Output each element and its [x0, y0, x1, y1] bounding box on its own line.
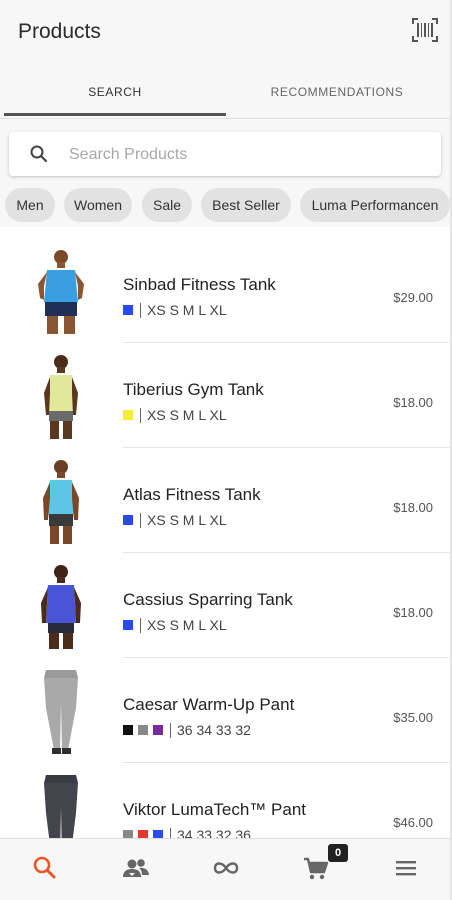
product-price: $18.00 — [393, 395, 433, 410]
chip-sale[interactable]: Sale — [142, 188, 192, 222]
product-row[interactable]: Caesar Warm-Up Pant 36 34 33 32 $35.00 — [0, 658, 452, 763]
color-swatch[interactable] — [123, 620, 133, 630]
product-variants: 34 33 32 36 — [123, 827, 251, 838]
color-swatch[interactable] — [153, 830, 163, 838]
product-variants: XS S M L XL — [123, 407, 227, 423]
search-icon — [30, 145, 48, 163]
product-name: Cassius Sparring Tank — [123, 590, 293, 609]
tab-bar: SEARCH RECOMMENDATIONS — [0, 68, 452, 119]
product-row[interactable]: Viktor LumaTech™ Pant 34 33 32 36 $46.00 — [0, 763, 452, 838]
divider — [170, 827, 171, 838]
product-name: Atlas Fitness Tank — [123, 485, 261, 504]
product-image-dark-pants — [44, 775, 78, 838]
product-image-gray-sweatpants — [44, 670, 78, 754]
chip-best-seller[interactable]: Best Seller — [201, 188, 291, 222]
product-variants: XS S M L XL — [123, 512, 227, 528]
product-name: Tiberius Gym Tank — [123, 380, 264, 399]
divider — [140, 302, 141, 318]
search-input[interactable] — [67, 141, 421, 169]
search-bar[interactable] — [9, 132, 441, 176]
infinity-icon[interactable] — [211, 853, 241, 883]
cart-count-badge: 0 — [328, 844, 348, 862]
size-list: 34 33 32 36 — [177, 827, 251, 838]
product-price: $46.00 — [393, 815, 433, 830]
app-header: Products — [0, 0, 452, 68]
product-variants: 36 34 33 32 — [123, 722, 251, 738]
search-area: Men Women Sale Best Seller Luma Performa… — [0, 119, 452, 227]
size-list: XS S M L XL — [147, 302, 227, 318]
size-list: 36 34 33 32 — [177, 722, 251, 738]
product-price: $29.00 — [393, 290, 433, 305]
divider — [170, 722, 171, 738]
size-list: XS S M L XL — [147, 617, 227, 633]
active-tab-indicator — [4, 113, 226, 116]
color-swatch[interactable] — [138, 830, 148, 838]
color-swatch[interactable] — [153, 725, 163, 735]
hamburger-menu-icon[interactable] — [391, 853, 421, 883]
product-image-blue-tank — [38, 250, 84, 334]
product-image-blue-sleeveless — [41, 565, 81, 649]
divider — [140, 407, 141, 423]
product-variants: XS S M L XL — [123, 617, 227, 633]
product-name: Caesar Warm-Up Pant — [123, 695, 295, 714]
product-price: $18.00 — [393, 605, 433, 620]
page-title: Products — [18, 20, 101, 43]
product-variants: XS S M L XL — [123, 302, 227, 318]
barcode-scan-icon[interactable] — [412, 18, 438, 42]
size-list: XS S M L XL — [147, 512, 227, 528]
size-list: XS S M L XL — [147, 407, 227, 423]
people-icon[interactable] — [121, 853, 151, 883]
divider — [140, 512, 141, 528]
product-list: Sinbad Fitness Tank XS S M L XL $29.00 T… — [0, 232, 452, 838]
search-icon[interactable] — [30, 853, 60, 883]
color-swatch[interactable] — [123, 830, 133, 838]
category-chips: Men Women Sale Best Seller Luma Performa… — [0, 187, 452, 223]
color-swatch[interactable] — [123, 515, 133, 525]
tab-recommendations[interactable]: RECOMMENDATIONS — [226, 68, 448, 116]
product-name: Viktor LumaTech™ Pant — [123, 800, 306, 819]
product-row[interactable]: Cassius Sparring Tank XS S M L XL $18.00 — [0, 553, 452, 658]
product-price: $35.00 — [393, 710, 433, 725]
tab-search[interactable]: SEARCH — [4, 68, 226, 116]
product-row[interactable]: Sinbad Fitness Tank XS S M L XL $29.00 — [0, 238, 452, 343]
divider — [140, 617, 141, 633]
bottom-nav-bar: 0 — [0, 838, 452, 900]
product-image-cyan-tank — [43, 460, 79, 544]
product-image-yellow-tank — [44, 355, 78, 439]
color-swatch[interactable] — [123, 305, 133, 315]
chip-luma-performance[interactable]: Luma Performancen — [300, 188, 450, 222]
color-swatch[interactable] — [123, 410, 133, 420]
product-row[interactable]: Atlas Fitness Tank XS S M L XL $18.00 — [0, 448, 452, 553]
cart-icon[interactable] — [301, 853, 331, 883]
color-swatch[interactable] — [123, 725, 133, 735]
chip-women[interactable]: Women — [64, 188, 132, 222]
chip-men[interactable]: Men — [5, 188, 55, 222]
products-screen: Products SEARCH RECOMMENDATIONS Men Wome… — [0, 0, 452, 900]
color-swatch[interactable] — [138, 725, 148, 735]
product-row[interactable]: Tiberius Gym Tank XS S M L XL $18.00 — [0, 343, 452, 448]
product-name: Sinbad Fitness Tank — [123, 275, 276, 294]
product-price: $18.00 — [393, 500, 433, 515]
